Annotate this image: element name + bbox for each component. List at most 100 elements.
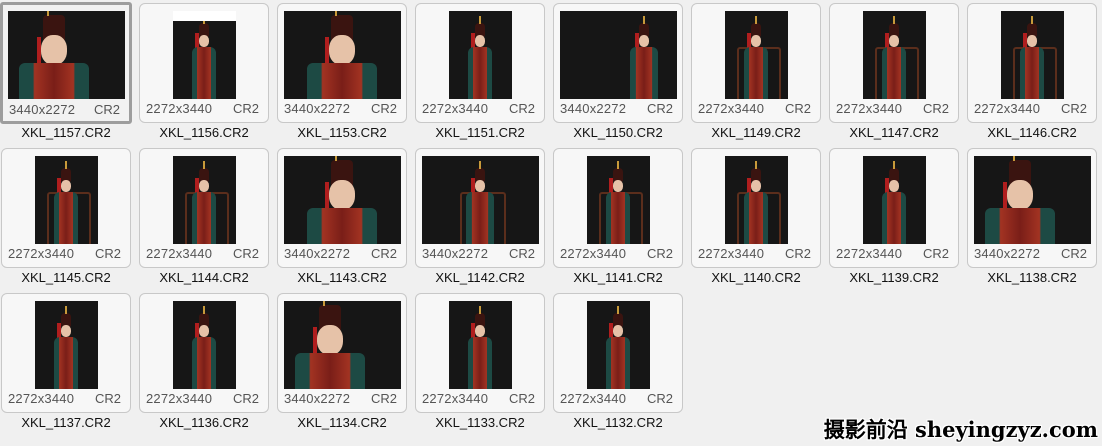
thumbnail-image [284,11,401,99]
thumbnail-frame[interactable]: 2272x3440 CR2 [139,293,269,413]
thumbnail-frame[interactable]: 2272x3440 CR2 [967,3,1097,123]
image-dimensions: 2272x3440 [560,391,627,406]
thumbnail-image [587,156,650,244]
file-item[interactable]: 2272x3440 CR2 XKL_1144.CR2 [139,148,269,292]
file-item[interactable]: 2272x3440 CR2 XKL_1145.CR2 [1,148,131,292]
file-item[interactable]: 2272x3440 CR2 XKL_1132.CR2 [553,293,683,437]
image-dimensions: 2272x3440 [698,246,765,261]
image-dimensions: 3440x2272 [9,102,76,117]
file-item[interactable]: 2272x3440 CR2 XKL_1133.CR2 [415,293,545,437]
image-dimensions: 2272x3440 [422,101,489,116]
thumbnail-frame[interactable]: 2272x3440 CR2 [829,148,959,268]
file-item[interactable]: 2272x3440 CR2 XKL_1136.CR2 [139,293,269,437]
thumbnail-frame[interactable]: 2272x3440 CR2 [553,148,683,268]
thumbnail-frame[interactable]: 3440x2272 CR2 [553,3,683,123]
file-name[interactable]: XKL_1151.CR2 [415,125,545,140]
thumbnail-frame[interactable]: 3440x2272 CR2 [277,293,407,413]
file-name[interactable]: XKL_1132.CR2 [553,415,683,430]
file-item[interactable]: 2272x3440 CR2 XKL_1137.CR2 [1,293,131,437]
thumbnail-frame[interactable]: 2272x3440 CR2 [139,148,269,268]
thumbnail-image [422,156,539,244]
thumbnail-image [974,156,1091,244]
thumbnail-frame[interactable]: 3440x2272 CR2 [415,148,545,268]
thumbnail-image [35,156,98,244]
thumbnail-frame[interactable]: 3440x2272 CR2 [277,3,407,123]
file-name[interactable]: XKL_1153.CR2 [277,125,407,140]
thumbnail-frame[interactable]: 2272x3440 CR2 [691,148,821,268]
file-name[interactable]: XKL_1133.CR2 [415,415,545,430]
file-name[interactable]: XKL_1137.CR2 [1,415,131,430]
image-dimensions: 3440x2272 [284,101,351,116]
thumbnail-frame[interactable]: 2272x3440 CR2 [691,3,821,123]
thumbnail-frame[interactable]: 3440x2272 CR2 [0,2,132,124]
file-item[interactable]: 3440x2272 CR2 XKL_1143.CR2 [277,148,407,292]
file-type-label: CR2 [508,391,535,406]
image-dimensions: 2272x3440 [8,246,75,261]
file-name[interactable]: XKL_1141.CR2 [553,270,683,285]
thumbnail-image [725,156,788,244]
file-item[interactable]: 3440x2272 CR2 XKL_1142.CR2 [415,148,545,292]
image-dimensions: 2272x3440 [146,246,213,261]
image-dimensions: 2272x3440 [146,101,213,116]
file-name[interactable]: XKL_1145.CR2 [1,270,131,285]
file-item[interactable]: 2272x3440 CR2 XKL_1139.CR2 [829,148,959,292]
file-name[interactable]: XKL_1138.CR2 [967,270,1097,285]
file-item[interactable]: 2272x3440 CR2 XKL_1149.CR2 [691,3,821,147]
file-item[interactable]: 2272x3440 CR2 XKL_1141.CR2 [553,148,683,292]
file-name[interactable]: XKL_1139.CR2 [829,270,959,285]
thumbnail-image [1001,11,1064,99]
thumbnail-frame[interactable]: 2272x3440 CR2 [553,293,683,413]
image-dimensions: 2272x3440 [8,391,75,406]
file-item[interactable]: 3440x2272 CR2 XKL_1157.CR2 [0,2,132,147]
file-type-label: CR2 [93,102,120,117]
thumbnail-frame[interactable]: 3440x2272 CR2 [967,148,1097,268]
white-overlay-bar [173,11,236,21]
thumbnail-frame[interactable]: 2272x3440 CR2 [1,148,131,268]
thumbnail-image [173,301,236,389]
file-item[interactable]: 2272x3440 CR2 XKL_1140.CR2 [691,148,821,292]
file-name[interactable]: XKL_1146.CR2 [967,125,1097,140]
image-dimensions: 3440x2272 [974,246,1041,261]
file-name[interactable]: XKL_1147.CR2 [829,125,959,140]
file-name[interactable]: XKL_1144.CR2 [139,270,269,285]
thumbnail-image [35,301,98,389]
file-type-label: CR2 [646,246,673,261]
file-name[interactable]: XKL_1140.CR2 [691,270,821,285]
file-name[interactable]: XKL_1134.CR2 [277,415,407,430]
site-watermark: 摄影前沿 sheyingzyz.com [823,417,1098,442]
image-dimensions: 3440x2272 [284,391,351,406]
thumbnail-frame[interactable]: 2272x3440 CR2 [139,3,269,123]
file-item[interactable]: 2272x3440 CR2 XKL_1147.CR2 [829,3,959,147]
file-item[interactable]: 3440x2272 CR2 XKL_1138.CR2 [967,148,1097,292]
image-dimensions: 3440x2272 [284,246,351,261]
file-type-label: CR2 [784,101,811,116]
file-item[interactable]: 2272x3440 CR2 XKL_1146.CR2 [967,3,1097,147]
file-type-label: CR2 [232,101,259,116]
file-type-label: CR2 [1060,246,1087,261]
file-type-label: CR2 [370,246,397,261]
thumbnail-frame[interactable]: 2272x3440 CR2 [415,293,545,413]
thumbnail-image [863,156,926,244]
file-name[interactable]: XKL_1143.CR2 [277,270,407,285]
file-item[interactable]: 3440x2272 CR2 XKL_1134.CR2 [277,293,407,437]
file-item[interactable]: 3440x2272 CR2 XKL_1153.CR2 [277,3,407,147]
file-name[interactable]: XKL_1142.CR2 [415,270,545,285]
thumbnail-image [449,301,512,389]
file-name[interactable]: XKL_1149.CR2 [691,125,821,140]
file-name[interactable]: XKL_1156.CR2 [139,125,269,140]
thumbnail-frame[interactable]: 2272x3440 CR2 [829,3,959,123]
file-item[interactable]: 2272x3440 CR2 XKL_1156.CR2 [139,3,269,147]
thumbnail-frame[interactable]: 2272x3440 CR2 [415,3,545,123]
thumbnail-frame[interactable]: 2272x3440 CR2 [1,293,131,413]
image-dimensions: 2272x3440 [836,101,903,116]
file-item[interactable]: 3440x2272 CR2 XKL_1150.CR2 [553,3,683,147]
file-item[interactable]: 2272x3440 CR2 XKL_1151.CR2 [415,3,545,147]
file-name[interactable]: XKL_1150.CR2 [553,125,683,140]
thumbnail-frame[interactable]: 3440x2272 CR2 [277,148,407,268]
file-name[interactable]: XKL_1136.CR2 [139,415,269,430]
file-type-label: CR2 [94,246,121,261]
file-type-label: CR2 [370,391,397,406]
file-type-label: CR2 [232,391,259,406]
file-name[interactable]: XKL_1157.CR2 [1,125,131,140]
file-type-label: CR2 [232,246,259,261]
